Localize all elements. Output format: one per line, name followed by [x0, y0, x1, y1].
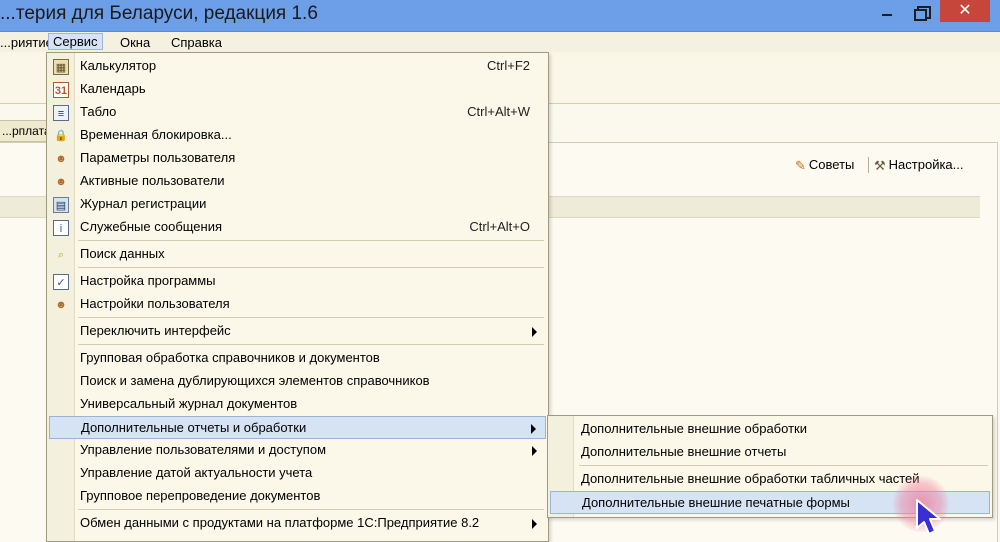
menu-item-label: Служебные сообщения	[80, 219, 223, 234]
menu-windows[interactable]: Окна	[120, 34, 150, 51]
menu-item-label: Журнал регистрации	[80, 196, 207, 211]
user-settings-icon: ☻	[55, 299, 67, 311]
menu-item-label: Поиск и замена дублирующихся элементов с…	[80, 373, 430, 388]
menu-help[interactable]: Справка	[171, 34, 222, 51]
mouse-cursor-icon	[916, 499, 941, 535]
menu-item-label: Табло	[80, 104, 117, 119]
menu-item-event-log[interactable]: ▤ Журнал регистрации	[49, 193, 546, 216]
tips-label: Советы	[808, 157, 855, 172]
menu-item-shortcut: Ctrl+Alt+W	[467, 104, 530, 119]
menu-item-label: Настройки пользователя	[80, 296, 230, 311]
tips-icon: ✎	[795, 157, 806, 173]
lock-user-icon: 🔒	[54, 130, 68, 142]
menu-item-search-data[interactable]: ⌕ Поиск данных	[49, 243, 546, 266]
submenu-item-label: Дополнительные внешние обработки табличн…	[581, 471, 920, 486]
menu-item-label: Групповая обработка справочников и докум…	[80, 350, 380, 365]
minimize-button[interactable]	[878, 0, 896, 22]
menu-item-temp-lock[interactable]: 🔒 Временная блокировка...	[49, 124, 546, 147]
menu-item-find-duplicates[interactable]: Поиск и замена дублирующихся элементов с…	[49, 370, 546, 393]
log-icon: ▤	[53, 197, 69, 213]
menu-item-active-users[interactable]: ☻ Активные пользователи	[49, 170, 546, 193]
link-separator	[868, 157, 869, 173]
menu-item-group-reposting[interactable]: Групповое перепроведение документов	[49, 485, 546, 508]
menu-item-user-access[interactable]: Управление пользователями и доступом	[49, 439, 546, 462]
menu-separator	[78, 240, 544, 241]
menu-service[interactable]: Сервис	[48, 33, 103, 50]
close-icon: ✕	[958, 2, 972, 19]
menu-item-data-exchange[interactable]: Обмен данными с продуктами на платформе …	[49, 512, 546, 535]
menu-item-label: Управление пользователями и доступом	[80, 442, 327, 457]
menu-item-label: Обмен данными с продуктами на платформе …	[80, 515, 480, 530]
menu-item-shortcut: Ctrl+Alt+O	[469, 219, 530, 234]
menu-separator	[78, 317, 544, 318]
menu-item-label: Поиск данных	[80, 246, 165, 261]
submenu-arrow-icon	[532, 327, 537, 337]
menu-item-label: Настройка программы	[80, 273, 216, 288]
menu-item-label: Активные пользователи	[80, 173, 225, 188]
menu-item-label: Календарь	[80, 81, 146, 96]
menu-item-universal-journal[interactable]: Универсальный журнал документов	[49, 393, 546, 416]
menu-item-additional-reports[interactable]: Дополнительные отчеты и обработки	[49, 416, 546, 439]
board-icon: ≡	[53, 105, 69, 121]
menu-separator	[78, 344, 544, 345]
menu-item-calculator[interactable]: ▦ Калькулятор Ctrl+F2	[49, 55, 546, 78]
menu-separator	[78, 267, 544, 268]
submenu-item-external-reports[interactable]: Дополнительные внешние отчеты	[550, 441, 990, 464]
submenu-item-label: Дополнительные внешние печатные формы	[582, 495, 850, 510]
settings-link[interactable]: ⚒ Настройка...	[874, 156, 964, 174]
search-data-icon: ⌕	[57, 249, 65, 261]
service-menu: ▦ Калькулятор Ctrl+F2 31 Календарь ≡ Таб…	[46, 52, 549, 542]
menu-item-label: Дополнительные отчеты и обработки	[81, 420, 307, 435]
submenu-arrow-icon	[531, 424, 536, 434]
calendar-icon: 31	[53, 82, 69, 98]
close-button[interactable]: ✕	[940, 0, 990, 22]
menu-item-service-messages[interactable]: i Служебные сообщения Ctrl+Alt+O	[49, 216, 546, 239]
menu-item-label: Параметры пользователя	[80, 150, 236, 165]
submenu-item-label: Дополнительные внешние отчеты	[581, 444, 787, 459]
menu-item-accounting-date[interactable]: Управление датой актуальности учета	[49, 462, 546, 485]
submenu-arrow-icon	[532, 446, 537, 456]
submenu-arrow-icon	[532, 519, 537, 529]
submenu-item-external-processing[interactable]: Дополнительные внешние обработки	[550, 418, 990, 441]
menu-enterprise[interactable]: ...риятие	[0, 34, 53, 51]
tools-icon: ⚒	[874, 157, 886, 173]
active-users-icon: ☻	[55, 176, 67, 188]
menu-item-user-settings[interactable]: ☻ Настройки пользователя	[49, 293, 546, 316]
menu-item-board[interactable]: ≡ Табло Ctrl+Alt+W	[49, 101, 546, 124]
menu-item-label: Калькулятор	[80, 58, 157, 73]
maximize-button[interactable]	[908, 0, 934, 22]
menu-item-program-settings[interactable]: ✓ Настройка программы	[49, 270, 546, 293]
calculator-icon: ▦	[53, 59, 69, 75]
menu-item-partial[interactable]	[49, 535, 546, 542]
menu-item-shortcut: Ctrl+F2	[487, 58, 530, 73]
menu-item-calendar[interactable]: 31 Календарь	[49, 78, 546, 101]
menu-item-label: Управление датой актуальности учета	[80, 465, 313, 480]
title-bar: ...терия для Беларуси, редакция 1.6 ✕	[0, 0, 1000, 32]
menu-item-label: Универсальный журнал документов	[80, 396, 298, 411]
submenu-item-label: Дополнительные внешние обработки	[581, 421, 807, 436]
submenu-separator	[579, 465, 988, 466]
menu-item-label: Переключить интерфейс	[80, 323, 231, 338]
document-tab[interactable]: ...рплата	[0, 120, 50, 142]
program-settings-icon: ✓	[53, 274, 69, 290]
settings-label: Настройка...	[888, 157, 964, 172]
messages-icon: i	[53, 220, 69, 236]
menu-item-group-processing[interactable]: Групповая обработка справочников и докум…	[49, 347, 546, 370]
tips-link[interactable]: ✎ Советы	[795, 156, 854, 174]
menu-bar: ...риятие Сервис Окна Справка	[0, 32, 1000, 52]
menu-separator	[78, 509, 544, 510]
menu-item-switch-interface[interactable]: Переключить интерфейс	[49, 320, 546, 343]
menu-item-label: Временная блокировка...	[80, 127, 232, 142]
menu-item-label: Групповое перепроведение документов	[80, 488, 321, 503]
user-params-icon: ☻	[55, 153, 67, 165]
menu-item-user-params[interactable]: ☻ Параметры пользователя	[49, 147, 546, 170]
window-title: ...терия для Беларуси, редакция 1.6	[0, 3, 318, 24]
